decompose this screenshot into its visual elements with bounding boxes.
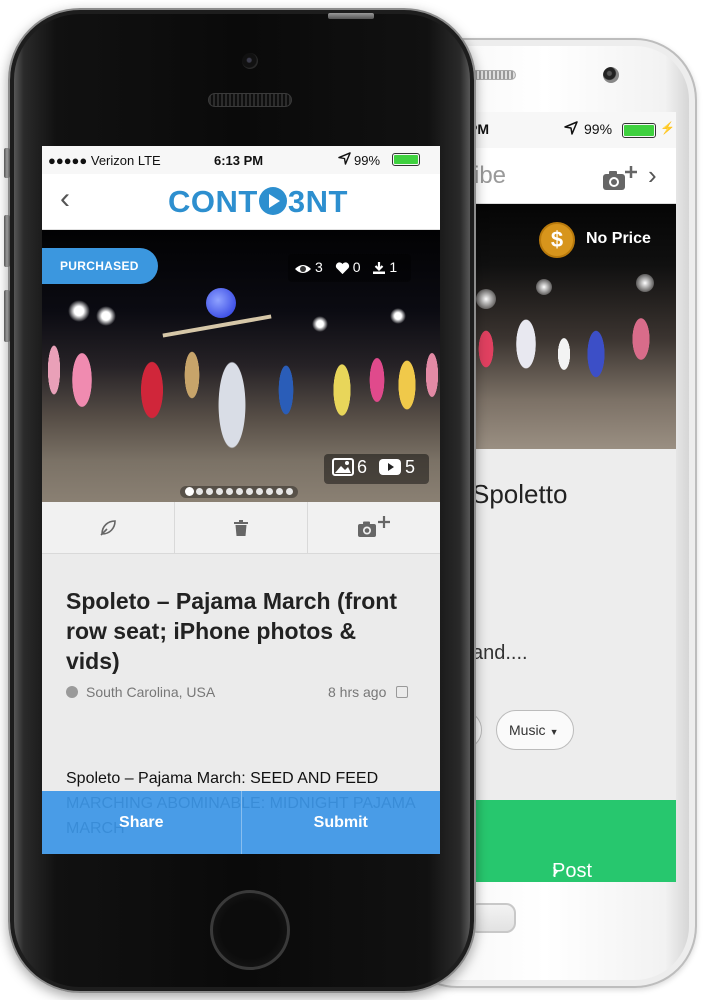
price-label: No Price — [586, 230, 651, 247]
category-dropdown-label: Music — [509, 722, 546, 738]
nav-bar: ‹ CONT 3NT — [42, 174, 440, 230]
post-time: 8 hrs ago — [328, 680, 409, 705]
logo-text-start: CONT — [168, 184, 258, 219]
post-location-text: South Carolina, USA — [86, 684, 216, 700]
page-dot[interactable] — [215, 488, 223, 495]
post-action-bar — [42, 502, 440, 554]
page-dot[interactable] — [285, 488, 293, 495]
video-play-icon — [379, 459, 402, 475]
android-post-body: and.... — [472, 642, 528, 664]
image-icon — [332, 458, 354, 476]
earpiece-speaker — [208, 93, 292, 107]
battery-percent: 99% — [354, 153, 381, 168]
page-dot[interactable] — [185, 488, 193, 495]
calendar-icon — [396, 686, 409, 698]
edit-button[interactable] — [42, 502, 175, 553]
share-button[interactable]: Share — [42, 791, 242, 854]
download-icon — [373, 262, 386, 275]
chevron-right-icon[interactable]: › — [648, 160, 657, 191]
delete-button[interactable] — [175, 502, 308, 553]
chevron-right-icon: › — [552, 860, 559, 882]
logo-text-end: NT — [305, 184, 348, 219]
eye-icon — [295, 265, 311, 274]
heart-icon — [335, 262, 349, 275]
marcher-blue-helmet — [206, 288, 236, 318]
front-camera-icon — [242, 53, 258, 69]
downloads-count: 1 — [389, 259, 398, 276]
post-location: South Carolina, USA — [66, 680, 216, 705]
page-dot[interactable] — [245, 488, 253, 495]
page-dot[interactable] — [265, 488, 273, 495]
status-bar: ●●●●● Verizon LTE 6:13 PM 99% — [42, 146, 440, 174]
page-dot[interactable] — [195, 488, 203, 495]
page-dot[interactable] — [275, 488, 283, 495]
home-button[interactable] — [210, 890, 290, 970]
page-dot[interactable] — [235, 488, 243, 495]
downloads-stat: 1 — [372, 259, 397, 275]
page-dot[interactable] — [205, 488, 213, 495]
location-arrow-icon — [338, 152, 351, 168]
cont3nt-logo: CONT 3NT — [168, 184, 348, 220]
volume-down-button — [4, 290, 10, 342]
video-count-stat: 5 — [378, 457, 415, 478]
add-media-button[interactable] — [308, 502, 440, 553]
views-stat: 3 — [294, 259, 323, 275]
volume-up-button — [4, 215, 10, 267]
battery-icon — [392, 153, 420, 166]
views-count: 3 — [315, 259, 323, 276]
mute-switch — [4, 148, 10, 178]
caret-down-icon: ▼ — [549, 727, 559, 737]
page-dot[interactable] — [255, 488, 263, 495]
likes-stat: 0 — [335, 259, 361, 276]
light-glow — [636, 274, 654, 292]
purchased-badge: PURCHASED — [42, 248, 158, 284]
likes-count: 0 — [352, 259, 361, 276]
light-glow — [476, 289, 496, 309]
post-stats: 3 0 1 — [288, 254, 412, 282]
play-icon — [258, 187, 287, 215]
quill-icon — [100, 519, 116, 536]
photo-count-stat: 6 — [332, 457, 367, 478]
post-photo-carousel[interactable]: PURCHASED 3 0 1 6 5 — [42, 230, 440, 502]
location-arrow-icon — [564, 121, 578, 138]
photo-count: 6 — [357, 457, 368, 477]
android-post-title: Spoletto — [472, 479, 568, 509]
android-speaker-grille — [470, 70, 516, 80]
submit-button[interactable]: Submit — [242, 791, 441, 854]
post-time-text: 8 hrs ago — [328, 684, 387, 700]
media-counts: 6 5 — [324, 454, 430, 484]
trash-icon — [234, 519, 248, 536]
android-battery-percent: 99% — [584, 121, 613, 137]
carousel-page-dots[interactable] — [180, 486, 298, 498]
video-count: 5 — [405, 457, 416, 477]
add-photo-icon[interactable] — [602, 164, 637, 190]
light-glow — [536, 279, 552, 295]
carrier-label: ●●●●● Verizon LTE — [48, 153, 161, 168]
iphone-screen: ●●●●● Verizon LTE 6:13 PM 99% ‹ CONT 3NT … — [42, 146, 440, 854]
category-dropdown[interactable]: Music ▼ — [496, 710, 574, 750]
power-button — [328, 13, 374, 19]
logo-text-digit: 3 — [287, 184, 306, 219]
bottom-action-bar: Share Submit — [42, 791, 440, 854]
post-title: Spoleto – Pajama March (front row seat; … — [66, 588, 398, 674]
add-photo-icon — [358, 515, 390, 537]
page-dot[interactable] — [225, 488, 233, 495]
status-time: 6:13 PM — [214, 153, 264, 168]
charging-bolt-icon: ⚡ — [660, 121, 675, 135]
price-coin-icon: $ — [539, 222, 575, 258]
battery-icon — [622, 123, 656, 138]
back-chevron-icon[interactable]: ‹ — [60, 184, 70, 214]
android-camera-icon — [603, 67, 619, 83]
globe-icon — [66, 686, 78, 698]
